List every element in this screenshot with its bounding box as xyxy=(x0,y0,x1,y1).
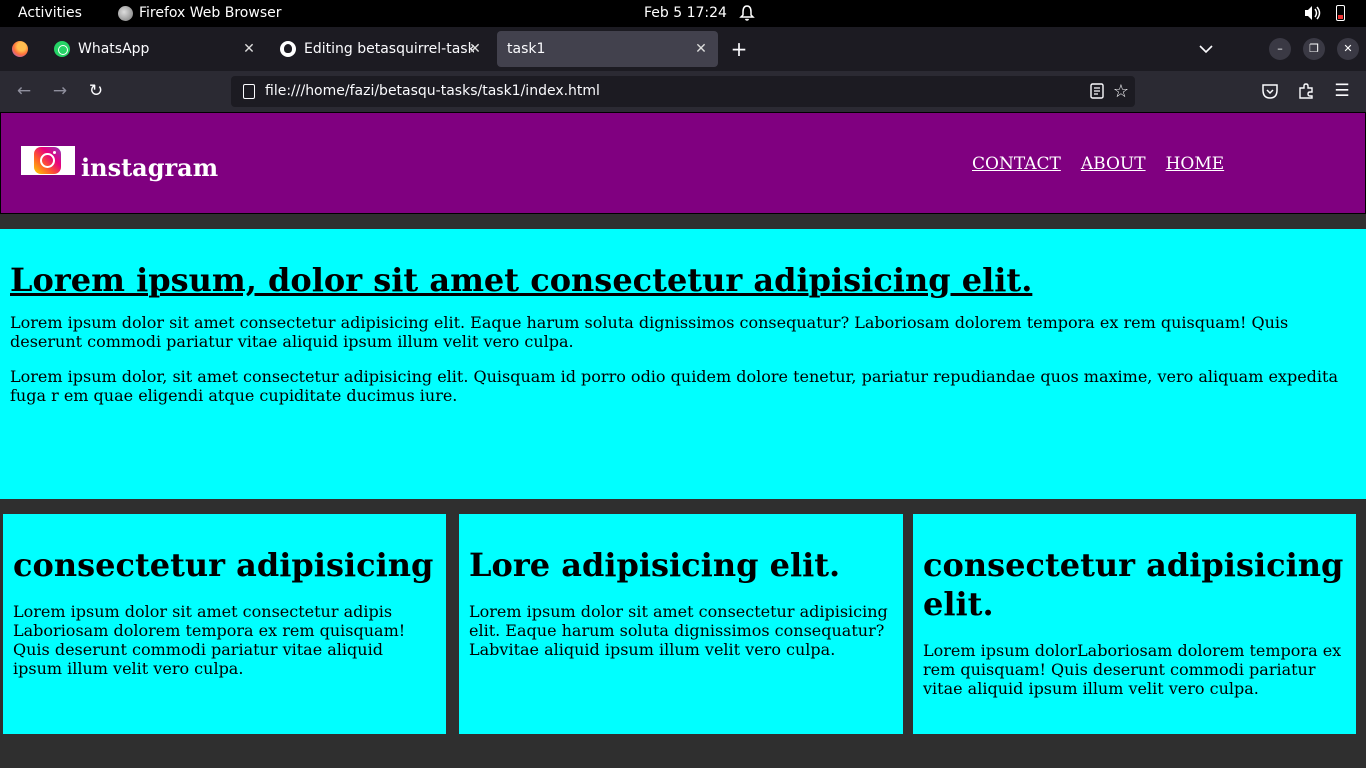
forward-arrow-icon[interactable]: → xyxy=(50,81,70,101)
page-icon xyxy=(243,84,255,99)
firefox-view-button[interactable] xyxy=(6,35,34,63)
nav-link-about[interactable]: ABOUT xyxy=(1081,154,1146,174)
firefox-logo-icon xyxy=(12,41,28,57)
url-text[interactable]: file:///home/fazi/betasqu-tasks/task1/in… xyxy=(265,83,600,99)
restore-button[interactable]: ❐ xyxy=(1303,38,1325,60)
card-text: Lorem ipsum dolorLaboriosam dolorem temp… xyxy=(923,641,1342,698)
activities-button[interactable]: Activities xyxy=(18,5,82,21)
nav-link-home[interactable]: HOME xyxy=(1166,154,1225,174)
site-header: instagram CONTACT ABOUT HOME xyxy=(0,112,1366,214)
close-window-button[interactable]: ✕ xyxy=(1337,38,1359,60)
instagram-logo-icon xyxy=(34,147,61,174)
clock[interactable]: Feb 5 17:24 xyxy=(644,5,727,21)
card: Lore adipisicing elit. Lorem ipsum dolor… xyxy=(459,514,903,734)
tab-title: task1 xyxy=(507,41,546,57)
firefox-icon xyxy=(118,5,133,21)
card-text: Lorem ipsum dolor sit amet consectetur a… xyxy=(469,602,888,659)
card: consectetur adipisicing Lorem ipsum dolo… xyxy=(3,514,446,734)
hero-paragraph: Lorem ipsum dolor sit amet consectetur a… xyxy=(10,313,1289,351)
tab-title: Editing betasquirrel-tasks xyxy=(304,41,474,57)
volume-icon[interactable] xyxy=(1304,5,1322,21)
close-tab-icon[interactable]: ✕ xyxy=(692,40,710,58)
nav-link-contact[interactable]: CONTACT xyxy=(972,154,1061,174)
reload-icon[interactable]: ↻ xyxy=(86,81,106,101)
app-menu[interactable]: Firefox Web Browser xyxy=(118,5,282,21)
tab-whatsapp[interactable]: WhatsApp ✕ xyxy=(44,31,266,67)
tab-task1[interactable]: task1 ✕ xyxy=(497,31,718,67)
close-tab-icon[interactable]: ✕ xyxy=(466,40,484,58)
new-tab-button[interactable]: + xyxy=(728,38,750,60)
back-arrow-icon[interactable]: ← xyxy=(14,81,34,101)
bookmark-star-icon[interactable]: ☆ xyxy=(1113,81,1129,102)
site-nav: CONTACT ABOUT HOME xyxy=(972,154,1224,174)
extensions-icon[interactable] xyxy=(1297,82,1315,100)
url-bar[interactable]: file:///home/fazi/betasqu-tasks/task1/in… xyxy=(231,76,1135,107)
site-logo[interactable] xyxy=(21,146,75,175)
close-tab-icon[interactable]: ✕ xyxy=(240,40,258,58)
navigation-toolbar: ← → ↻ file:///home/fazi/betasqu-tasks/ta… xyxy=(0,71,1366,112)
system-top-bar: Activities Firefox Web Browser Feb 5 17:… xyxy=(0,0,1366,27)
tab-title: WhatsApp xyxy=(78,41,150,57)
hero-paragraph: Lorem ipsum dolor, sit amet consectetur … xyxy=(10,367,1338,405)
battery-icon[interactable] xyxy=(1336,5,1345,21)
card: consectetur adipisicing elit. Lorem ipsu… xyxy=(913,514,1356,734)
hero-heading: Lorem ipsum, dolor sit amet consectetur … xyxy=(10,261,1033,299)
tab-strip: WhatsApp ✕ Editing betasquirrel-tasks ✕ … xyxy=(0,27,1366,71)
pocket-icon[interactable] xyxy=(1261,82,1279,100)
card-heading: Lore adipisicing elit. xyxy=(469,546,841,584)
notification-bell-icon[interactable] xyxy=(739,4,755,22)
card-text: Lorem ipsum dolor sit amet consectetur a… xyxy=(13,602,406,678)
card-heading: consectetur adipisicing elit. xyxy=(923,546,1344,623)
whatsapp-icon xyxy=(54,41,70,57)
app-name: Firefox Web Browser xyxy=(139,5,282,21)
github-icon xyxy=(280,41,296,57)
menu-icon[interactable]: ☰ xyxy=(1332,81,1352,101)
minimize-button[interactable]: – xyxy=(1269,38,1291,60)
tab-github[interactable]: Editing betasquirrel-tasks ✕ xyxy=(270,31,492,67)
page-content: instagram CONTACT ABOUT HOME Lorem ipsum… xyxy=(0,112,1366,768)
card-heading: consectetur adipisicing xyxy=(13,546,434,584)
hero-section: Lorem ipsum, dolor sit amet consectetur … xyxy=(0,229,1366,499)
reader-view-icon[interactable] xyxy=(1089,83,1105,99)
brand-name: instagram xyxy=(81,153,219,182)
list-all-tabs-icon[interactable] xyxy=(1196,39,1216,59)
